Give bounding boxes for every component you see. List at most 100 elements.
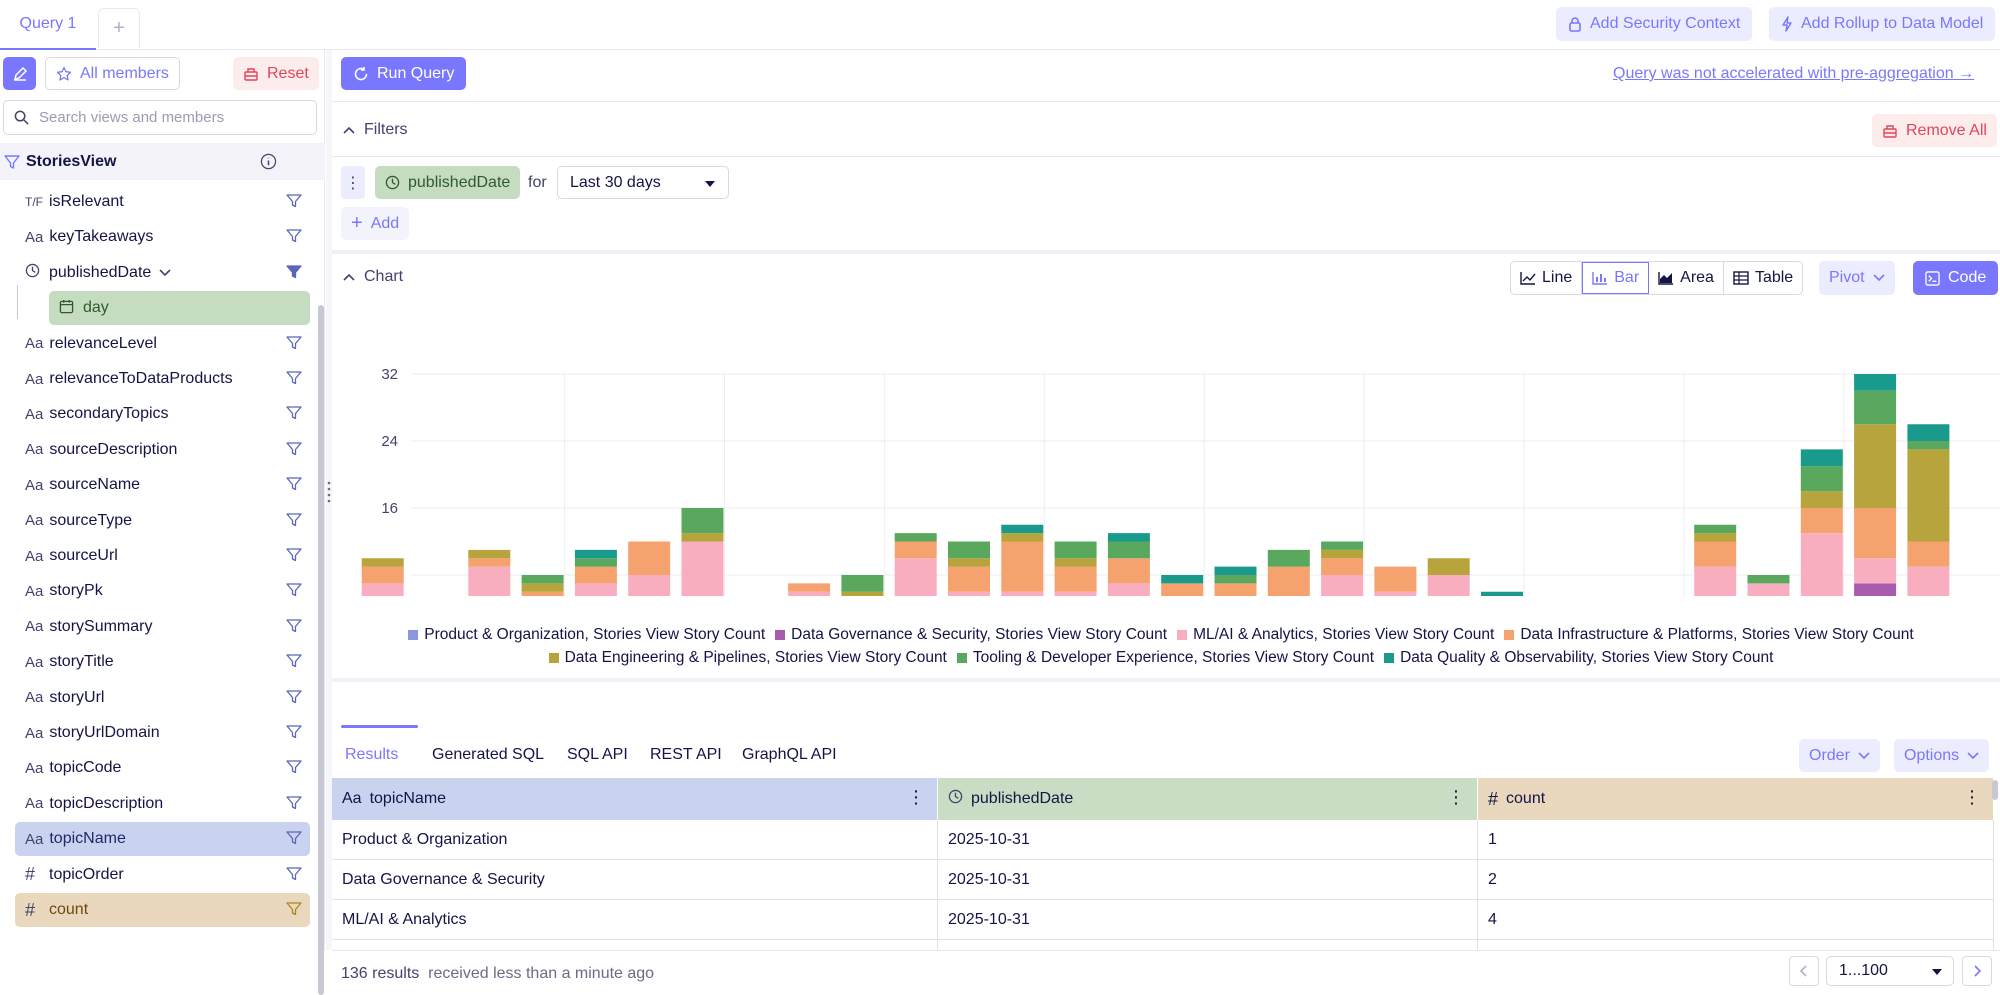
sidebar-scrollbar[interactable]: [318, 305, 324, 995]
member-isRelevant[interactable]: T/F isRelevant: [15, 185, 310, 219]
add-security-context-button[interactable]: Add Security Context: [1556, 7, 1753, 41]
filter-funnel-icon[interactable]: [286, 653, 302, 669]
search-input[interactable]: [39, 109, 299, 126]
reset-button[interactable]: Reset: [233, 57, 319, 90]
table-cell[interactable]: Data Governance & Security: [332, 860, 938, 900]
column-menu-icon[interactable]: ⋮: [1963, 787, 1981, 808]
filter-funnel-icon[interactable]: [286, 512, 302, 528]
filter-funnel-icon[interactable]: [286, 228, 302, 244]
legend-item[interactable]: Data Quality & Observability, Stories Vi…: [1384, 647, 1773, 669]
member-sourceName[interactable]: Aa sourceName: [15, 468, 310, 502]
table-cell[interactable]: 2025-10-31: [938, 820, 1478, 860]
filter-funnel-icon[interactable]: [286, 193, 302, 209]
member-storyUrlDomain[interactable]: Aa storyUrlDomain: [15, 716, 310, 750]
chevron-down-icon[interactable]: [159, 269, 171, 277]
filter-funnel-icon[interactable]: [286, 830, 302, 846]
chart-type-line[interactable]: Line: [1511, 262, 1583, 294]
legend-item[interactable]: Data Governance & Security, Stories View…: [775, 624, 1167, 646]
table-cell[interactable]: 2025-10-31: [938, 900, 1478, 940]
members-search[interactable]: [3, 100, 317, 135]
member-sourceDescription[interactable]: Aa sourceDescription: [15, 433, 310, 467]
remove-all-filters-button[interactable]: Remove All: [1872, 114, 1997, 147]
tab-generated-sql[interactable]: Generated SQL: [432, 746, 544, 764]
legend-item[interactable]: ML/AI & Analytics, Stories View Story Co…: [1177, 624, 1494, 646]
legend-item[interactable]: Product & Organization, Stories View Sto…: [408, 624, 765, 646]
prev-page-button[interactable]: [1789, 956, 1819, 986]
member-count[interactable]: # count: [15, 893, 310, 927]
table-scrollbar[interactable]: [1992, 780, 1998, 800]
filter-funnel-icon[interactable]: [286, 901, 302, 917]
table-cell[interactable]: 4: [1478, 900, 1994, 940]
filter-funnel-icon[interactable]: [286, 618, 302, 634]
legend-item[interactable]: Tooling & Developer Experience, Stories …: [956, 647, 1374, 669]
member-relevanceLevel[interactable]: Aa relevanceLevel: [15, 327, 310, 361]
filter-funnel-icon[interactable]: [286, 759, 302, 775]
pivot-button[interactable]: Pivot: [1819, 261, 1895, 295]
filter-funnel-icon[interactable]: [286, 724, 302, 740]
run-query-button[interactable]: Run Query: [341, 57, 467, 90]
column-header-count[interactable]: # count ⋮: [1478, 778, 1994, 820]
next-page-button[interactable]: [1962, 956, 1992, 986]
member-storyUrl[interactable]: Aa storyUrl: [15, 681, 310, 715]
table-cell[interactable]: ML/AI & Analytics: [332, 900, 938, 940]
page-range-select[interactable]: 1...100: [1826, 956, 1954, 986]
member-sourceUrl[interactable]: Aa sourceUrl: [15, 539, 310, 573]
filter-funnel-icon[interactable]: [286, 476, 302, 492]
edit-button[interactable]: [3, 57, 36, 90]
filter-funnel-icon[interactable]: [286, 264, 302, 280]
column-menu-icon[interactable]: ⋮: [1447, 787, 1465, 808]
member-keyTakeaways[interactable]: Aa keyTakeaways: [15, 220, 310, 254]
filter-funnel-icon[interactable]: [286, 405, 302, 421]
code-button[interactable]: Code: [1913, 261, 1999, 295]
member-relevanceToDataProducts[interactable]: Aa relevanceToDataProducts: [15, 362, 310, 396]
filter-funnel-icon[interactable]: [286, 582, 302, 598]
tab-graphql-api[interactable]: GraphQL API: [742, 746, 837, 764]
chart-type-table[interactable]: Table: [1724, 262, 1802, 294]
filter-funnel-icon[interactable]: [286, 441, 302, 457]
member-topicCode[interactable]: Aa topicCode: [15, 751, 310, 785]
chart-type-area[interactable]: Area: [1649, 262, 1724, 294]
filter-funnel-icon[interactable]: [286, 335, 302, 351]
not-accelerated-link[interactable]: Query was not accelerated with pre-aggre…: [1613, 65, 1974, 83]
chart-type-bar[interactable]: Bar: [1582, 262, 1650, 294]
filter-funnel-icon[interactable]: [286, 866, 302, 882]
table-cell[interactable]: 2: [1478, 860, 1994, 900]
filters-header[interactable]: Filters: [332, 120, 2000, 140]
member-publishedDate[interactable]: publishedDate: [15, 256, 310, 290]
filter-funnel-icon[interactable]: [286, 689, 302, 705]
filter-funnel-icon[interactable]: [286, 547, 302, 563]
all-members-button[interactable]: All members: [45, 57, 180, 90]
table-cell[interactable]: 2025-10-31: [938, 860, 1478, 900]
info-icon[interactable]: [260, 153, 277, 170]
tab-results[interactable]: Results: [345, 746, 398, 764]
add-rollup-button[interactable]: Add Rollup to Data Model: [1769, 7, 1996, 41]
member-storySummary[interactable]: Aa storySummary: [15, 610, 310, 644]
legend-item[interactable]: Data Infrastructure & Platforms, Stories…: [1504, 624, 1914, 646]
add-filter-button[interactable]: + Add: [341, 207, 410, 240]
column-header-topicName[interactable]: Aa topicName ⋮: [332, 778, 938, 820]
filter-drag-handle[interactable]: ⋮: [341, 166, 365, 199]
tab-rest-api[interactable]: REST API: [650, 746, 722, 764]
column-header-publishedDate[interactable]: publishedDate ⋮: [938, 778, 1478, 820]
column-menu-icon[interactable]: ⋮: [907, 787, 925, 808]
member-topicOrder[interactable]: # topicOrder: [15, 858, 310, 892]
filter-funnel-icon[interactable]: [286, 795, 302, 811]
tab-query-1[interactable]: Query 1: [0, 0, 96, 50]
member-topicName[interactable]: Aa topicName: [15, 822, 310, 857]
member-storyPk[interactable]: Aa storyPk: [15, 574, 310, 608]
member-secondaryTopics[interactable]: Aa secondaryTopics: [15, 397, 310, 431]
tab-sql-api[interactable]: SQL API: [567, 746, 628, 764]
table-cell[interactable]: Product & Organization: [332, 820, 938, 860]
member-day[interactable]: day: [49, 291, 310, 326]
member-storyTitle[interactable]: Aa storyTitle: [15, 645, 310, 679]
legend-item[interactable]: Data Engineering & Pipelines, Stories Vi…: [548, 647, 947, 669]
member-sourceType[interactable]: Aa sourceType: [15, 504, 310, 538]
options-button[interactable]: Options: [1894, 739, 1990, 772]
order-button[interactable]: Order: [1799, 739, 1880, 772]
view-stories-view[interactable]: StoriesView: [0, 143, 325, 180]
table-cell[interactable]: 1: [1478, 820, 1994, 860]
member-topicDescription[interactable]: Aa topicDescription: [15, 787, 310, 821]
filter-member-chip[interactable]: publishedDate: [375, 166, 521, 199]
date-range-select[interactable]: Last 30 days: [557, 166, 729, 199]
add-tab-button[interactable]: +: [98, 8, 140, 48]
